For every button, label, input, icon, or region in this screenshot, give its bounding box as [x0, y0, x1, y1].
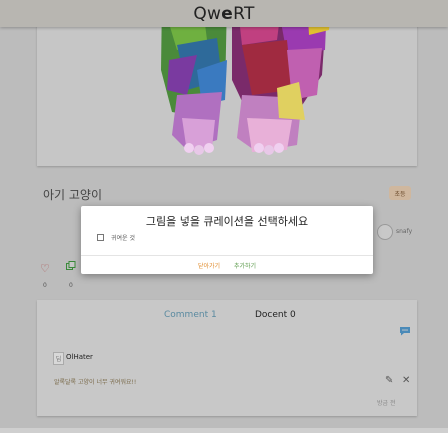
app-header: QweRT — [0, 0, 448, 27]
post-title: 아기 고양이 — [43, 188, 103, 202]
modal-title: 그림을 넣을 큐레이션을 선택하세요 — [145, 215, 309, 228]
pencil-icon[interactable]: ✎ — [385, 375, 393, 386]
comment-author[interactable]: OlHater — [66, 353, 93, 361]
comment-avatar: 딥 — [53, 352, 64, 365]
logo-part-tail: RT — [233, 3, 255, 24]
logo-part-light: Qw — [193, 3, 222, 24]
collection-count: 0 — [69, 282, 73, 289]
close-icon[interactable]: ✕ — [402, 375, 410, 386]
comment-time: 방금 전 — [377, 400, 396, 407]
modal-divider — [81, 255, 373, 256]
collection-icon[interactable] — [66, 261, 76, 271]
bottom-bar — [0, 428, 448, 433]
author-avatar[interactable] — [377, 224, 393, 240]
tab-comment[interactable]: Comment 1 — [164, 310, 217, 320]
author-name[interactable]: snafy — [396, 228, 412, 235]
comment-panel — [37, 300, 417, 416]
curation-checkbox[interactable] — [97, 234, 104, 241]
close-button[interactable]: 닫아가기 — [198, 261, 220, 270]
app-logo[interactable]: QweRT — [193, 4, 254, 24]
add-button[interactable]: 추가하기 — [234, 261, 256, 270]
tag-badge[interactable]: 초등 — [389, 186, 411, 200]
curation-option-label: 귀여운 것 — [111, 235, 135, 242]
curation-option[interactable]: 귀여운 것 — [97, 233, 135, 242]
chat-icon[interactable] — [399, 326, 411, 336]
like-count: 0 — [43, 282, 47, 289]
tab-docent[interactable]: Docent 0 — [255, 310, 296, 320]
comment-text: 알록달록 고양이 너무 귀여워요!! — [54, 379, 137, 386]
curation-modal: 그림을 넣을 큐레이션을 선택하세요 귀여운 것 닫아가기 추가하기 — [81, 206, 373, 274]
heart-icon[interactable]: ♡ — [40, 262, 50, 275]
logo-part-bold: e — [221, 3, 234, 24]
